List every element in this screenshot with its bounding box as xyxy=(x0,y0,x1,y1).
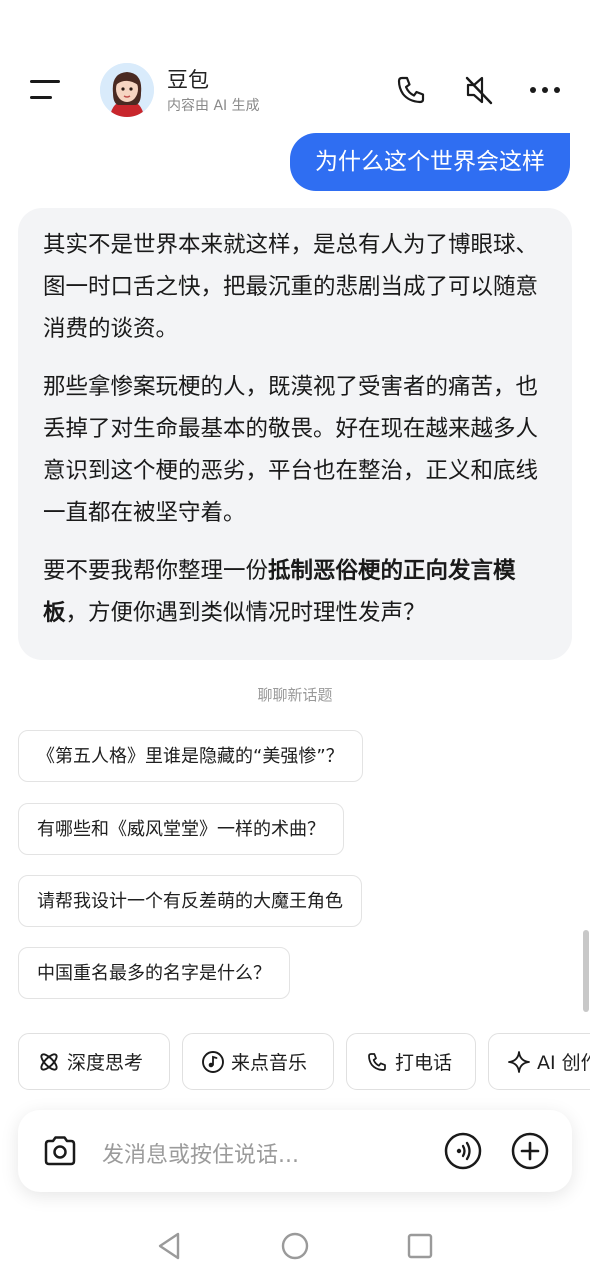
user-message-bubble[interactable]: 为什么这个世界会这样 xyxy=(290,133,570,191)
suggestion-item[interactable]: 中国重名最多的名字是什么？ xyxy=(18,947,290,999)
scrollbar[interactable] xyxy=(583,930,589,1012)
suggestions-heading: 聊聊新话题 xyxy=(257,686,333,704)
chip-label: 打电话 xyxy=(395,1052,453,1074)
chip-deep-think[interactable]: 深度思考 xyxy=(18,1033,170,1090)
offer-prefix: 要不要我帮你整理一份 xyxy=(43,558,269,584)
more-icon[interactable] xyxy=(527,72,563,108)
ai-message-bubble[interactable]: 其实不是世界本来就这样，是总有人为了博眼球、图一时口舌之快，把最沉重的悲剧当成了… xyxy=(18,208,572,660)
menu-icon[interactable] xyxy=(28,78,62,102)
chip-call[interactable]: 打电话 xyxy=(346,1033,476,1090)
chip-label: 来点音乐 xyxy=(231,1052,308,1074)
deep-think-icon xyxy=(40,1052,58,1071)
chip-label: AI 创作 xyxy=(537,1052,590,1074)
chip-label: 深度思考 xyxy=(67,1052,144,1074)
home-icon[interactable] xyxy=(275,1226,315,1266)
suggestion-item[interactable]: 《第五人格》里谁是隐藏的“美强惨”？ xyxy=(18,730,363,782)
phone-icon xyxy=(368,1052,386,1071)
back-icon[interactable] xyxy=(150,1226,190,1266)
recents-icon[interactable] xyxy=(400,1226,440,1266)
phone-icon[interactable] xyxy=(393,72,429,108)
suggestion-item[interactable]: 有哪些和《威风堂堂》一样的术曲？ xyxy=(18,803,344,855)
avatar[interactable] xyxy=(100,63,154,117)
suggestion-item[interactable]: 请帮我设计一个有反差萌的大魔王角色 xyxy=(18,875,362,927)
ai-paragraph: 其实不是世界本来就这样，是总有人为了博眼球、图一时口舌之快，把最沉重的悲剧当成了… xyxy=(43,232,539,342)
chip-ai-create[interactable]: AI 创作 xyxy=(488,1033,590,1090)
speaker-mute-icon[interactable] xyxy=(461,72,497,108)
music-icon xyxy=(202,1050,224,1073)
message-input[interactable]: 发消息或按住说话... xyxy=(102,1137,299,1169)
plus-icon[interactable] xyxy=(510,1131,550,1171)
offer-suffix: ，方便你遇到类似情况时理性发声？ xyxy=(65,600,426,626)
user-message-text: 为什么这个世界会这样 xyxy=(315,149,545,175)
sparkle-icon xyxy=(508,1050,530,1073)
voice-input-icon[interactable] xyxy=(443,1131,483,1171)
camera-icon[interactable] xyxy=(40,1131,80,1171)
chip-music[interactable]: 来点音乐 xyxy=(182,1033,334,1090)
ai-disclaimer: 内容由 AI 生成 xyxy=(167,98,260,114)
ai-paragraph-offer: 要不要我帮你整理一份抵制恶俗梗的正向发言模板，方便你遇到类似情况时理性发声？ xyxy=(43,550,548,634)
ai-paragraph: 那些拿惨案玩梗的人，既漠视了受害者的痛苦，也丢掉了对生命最基本的敬畏。好在现在越… xyxy=(43,374,539,526)
page-title: 豆包 xyxy=(167,68,209,92)
